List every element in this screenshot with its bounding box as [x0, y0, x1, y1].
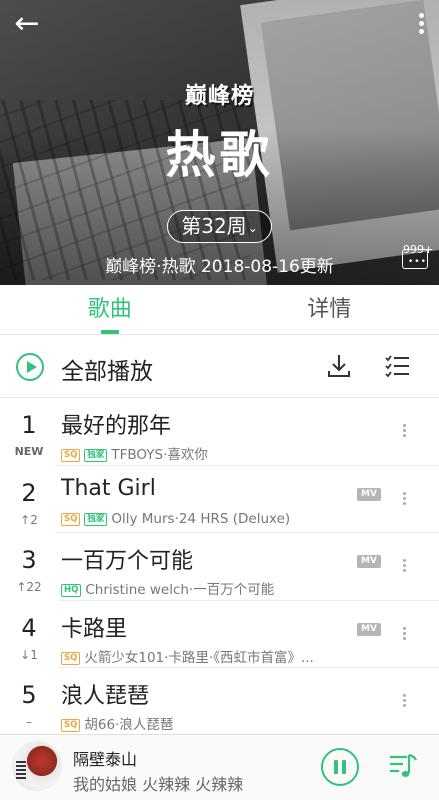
- play-all-label[interactable]: 全部播放: [61, 352, 153, 386]
- mv-badge[interactable]: MV: [357, 555, 381, 568]
- song-meta: SQ 独家 Olly Murs·24 HRS (Deluxe): [61, 511, 341, 527]
- song-row[interactable]: 4 ↓1 卡路里 SQ 火箭少女101·卡路里·《西虹市首富》... MV: [0, 601, 439, 668]
- quality-badge: HQ: [61, 584, 82, 597]
- more-options-icon[interactable]: [397, 557, 411, 575]
- song-row[interactable]: 5 – 浪人琵琶 SQ 胡66·浪人琵琶: [0, 668, 439, 736]
- arrow-left-icon[interactable]: ←: [10, 9, 44, 40]
- chart-logo: 巅峰榜: [184, 84, 254, 109]
- chart-header-banner: ← 巅峰榜 热歌 第32周⌄ 巅峰榜·热歌 2018-08-16更新 ••• 9…: [0, 0, 439, 285]
- song-row[interactable]: 2 ↑2 That Girl SQ 独家 Olly Murs·24 HRS (Del…: [0, 466, 439, 533]
- chevron-down-icon: ⌄: [247, 220, 258, 235]
- song-trend: –: [26, 715, 32, 729]
- song-row[interactable]: 1 NEW 最好的那年 SQ 独家 TFBOYS·喜欢你: [0, 398, 439, 466]
- song-info: Olly Murs·24 HRS (Deluxe): [111, 510, 291, 527]
- song-rank: 1: [21, 411, 37, 439]
- song-trend: ↓1: [20, 647, 38, 662]
- song-rank: 4: [21, 613, 37, 642]
- chart-title: 热歌: [165, 126, 274, 184]
- tab-details[interactable]: 详情: [220, 285, 439, 334]
- song-info: 火箭少女101·卡路里·《西虹市首富》...: [84, 649, 314, 666]
- more-options-icon[interactable]: [397, 422, 411, 440]
- song-info: 胡66·浪人琵琶: [84, 717, 174, 733]
- mini-player[interactable]: 隔壁泰山 我的姑娘 火辣辣 火辣辣: [0, 734, 439, 800]
- quality-badge: SQ: [61, 719, 81, 732]
- more-options-icon[interactable]: [397, 625, 411, 643]
- song-rank: 3: [21, 546, 37, 574]
- song-title: That Girl: [61, 475, 156, 501]
- song-meta: SQ 火箭少女101·卡路里·《西虹市首富》...: [61, 646, 341, 666]
- song-meta: SQ 胡66·浪人琵琶: [61, 713, 341, 733]
- update-info: 巅峰榜·热歌 2018-08-16更新: [105, 257, 334, 277]
- play-circle-icon[interactable]: [16, 353, 44, 381]
- pause-circle-icon[interactable]: [321, 748, 359, 786]
- now-playing-title: 隔壁泰山: [73, 750, 138, 769]
- song-rank: 5: [21, 681, 37, 709]
- song-info: TFBOYS·喜欢你: [111, 447, 208, 463]
- vertical-dots-icon[interactable]: [411, 10, 431, 40]
- more-options-icon[interactable]: [397, 490, 411, 508]
- song-list: 1 NEW 最好的那年 SQ 独家 TFBOYS·喜欢你 2 ↑2 That Gir…: [0, 398, 439, 736]
- song-trend: ↑2: [20, 512, 38, 527]
- tab-songs[interactable]: 歌曲: [0, 285, 220, 334]
- mv-badge[interactable]: MV: [357, 622, 381, 636]
- song-info: Christine welch·一百万个可能: [85, 582, 275, 598]
- comment-count: 999+: [403, 243, 434, 256]
- song-rank: 2: [21, 478, 37, 507]
- week-label: 第32周: [181, 214, 247, 238]
- quality-badge: SQ: [61, 651, 81, 665]
- song-title: 最好的那年: [61, 414, 172, 439]
- quality-badge: SQ: [61, 512, 81, 526]
- song-title: 浪人琵琶: [61, 684, 150, 709]
- album-cover[interactable]: [12, 741, 62, 791]
- playlist-icon[interactable]: [387, 751, 419, 781]
- song-title: 卡路里: [61, 616, 128, 642]
- exclusive-badge: 独家: [84, 512, 108, 526]
- song-row[interactable]: 3 ↑22 一百万个可能 HQ Christine welch·一百万个可能 MV: [0, 533, 439, 601]
- download-icon[interactable]: [325, 352, 353, 380]
- now-playing-lyric: 我的姑娘 火辣辣 火辣辣: [73, 775, 244, 794]
- mv-badge[interactable]: MV: [357, 487, 381, 501]
- more-options-icon[interactable]: [397, 692, 411, 710]
- list-select-icon[interactable]: [383, 352, 411, 380]
- play-all-bar: 全部播放: [0, 335, 439, 398]
- song-trend: NEW: [14, 445, 44, 458]
- week-selector[interactable]: 第32周⌄: [167, 210, 272, 243]
- exclusive-badge: 独家: [84, 449, 108, 462]
- quality-badge: SQ: [61, 449, 81, 462]
- song-meta: HQ Christine welch·一百万个可能: [61, 578, 341, 598]
- tab-bar: 歌曲 详情: [0, 285, 439, 335]
- song-meta: SQ 独家 TFBOYS·喜欢你: [61, 443, 341, 463]
- song-title: 一百万个可能: [61, 549, 194, 574]
- song-trend: ↑22: [16, 580, 42, 594]
